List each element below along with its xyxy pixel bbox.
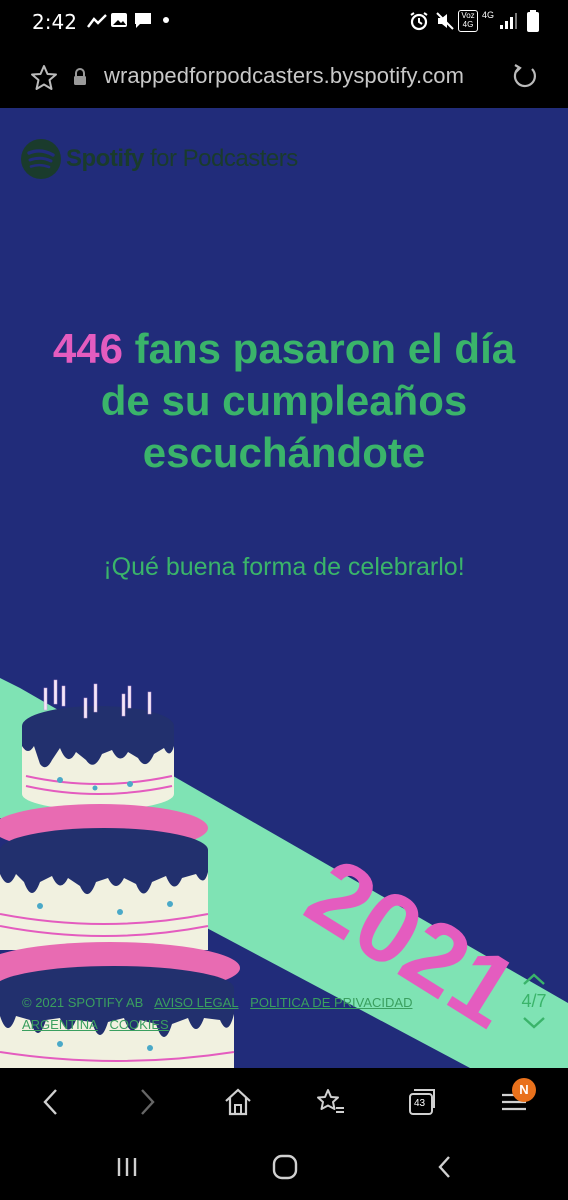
system-navigation-bar [0, 1134, 568, 1200]
dot-icon [163, 17, 169, 23]
battery-icon [527, 10, 539, 32]
footer-links: © 2021 SPOTIFY AB AVISO LEGAL POLITICA D… [22, 992, 462, 1036]
home-icon[interactable] [222, 1086, 254, 1118]
volte-icon: Voz 4G [458, 10, 478, 32]
lock-icon[interactable] [72, 68, 88, 86]
status-time: 2:42 [32, 10, 77, 34]
activity-icon [87, 14, 107, 28]
signal-icon [500, 13, 517, 29]
url-text[interactable]: wrappedforpodcasters.byspotify.com [104, 63, 464, 89]
back-icon[interactable] [36, 1086, 68, 1118]
chevron-down-icon[interactable] [506, 1014, 562, 1032]
alarm-icon [410, 12, 428, 31]
bookmark-star-icon[interactable] [30, 64, 58, 92]
image-icon [111, 13, 127, 27]
headline: 446 fans pasaron el día de su cumpleaños… [40, 323, 528, 479]
spotify-icon [21, 139, 61, 179]
cake-middle-tier [0, 804, 209, 950]
footer-link-argentina[interactable]: ARGENTINA [22, 1017, 98, 1032]
chevron-up-icon[interactable] [506, 970, 562, 988]
recent-apps-icon[interactable] [112, 1154, 142, 1180]
forward-icon[interactable] [130, 1086, 162, 1118]
footer-link-legal[interactable]: AVISO LEGAL [154, 995, 238, 1010]
brand-name-bold: Spotify [66, 145, 144, 172]
subline: ¡Qué buena forma de celebrarlo! [103, 553, 465, 581]
4g-icon: 4G [482, 10, 496, 20]
footer-link-cookies[interactable]: COOKIES [109, 1017, 168, 1032]
notification-badge: N [512, 1078, 536, 1102]
message-icon [135, 13, 151, 28]
mute-icon [436, 12, 454, 30]
slide-pager: 4/7 [506, 970, 562, 1038]
cake-top-tier [22, 706, 174, 810]
volte-label: Voz 4G [461, 11, 475, 29]
slide-counter: 4/7 [521, 991, 547, 1011]
reload-icon[interactable] [510, 62, 540, 92]
footer-copyright: © 2021 SPOTIFY AB [22, 995, 144, 1010]
tabs-button[interactable]: 43 [406, 1086, 438, 1118]
tab-count: 43 [414, 1098, 426, 1109]
headline-text: fans pasaron el día de su cumpleaños esc… [100, 325, 516, 476]
footer-link-privacy[interactable]: POLITICA DE PRIVACIDAD [250, 995, 412, 1010]
home-button-icon[interactable] [270, 1154, 300, 1180]
status-bar: 2:42 Voz 4G 4G [0, 0, 568, 44]
spotify-for-podcasters-logo[interactable]: Spotify for Podcasters [20, 138, 298, 180]
back-button-icon[interactable] [430, 1154, 460, 1180]
brand-name: Spotify for Podcasters [66, 145, 298, 173]
url-bar: wrappedforpodcasters.byspotify.com [0, 44, 568, 108]
network-label: 4G [482, 10, 495, 20]
wrapped-slide: Spotify for Podcasters 446 fans pasaron … [0, 108, 568, 1068]
bookmarks-icon[interactable] [314, 1086, 346, 1118]
fan-count: 446 [52, 325, 123, 372]
brand-name-rest: for Podcasters [143, 145, 298, 172]
browser-toolbar: 43 N [0, 1068, 568, 1134]
